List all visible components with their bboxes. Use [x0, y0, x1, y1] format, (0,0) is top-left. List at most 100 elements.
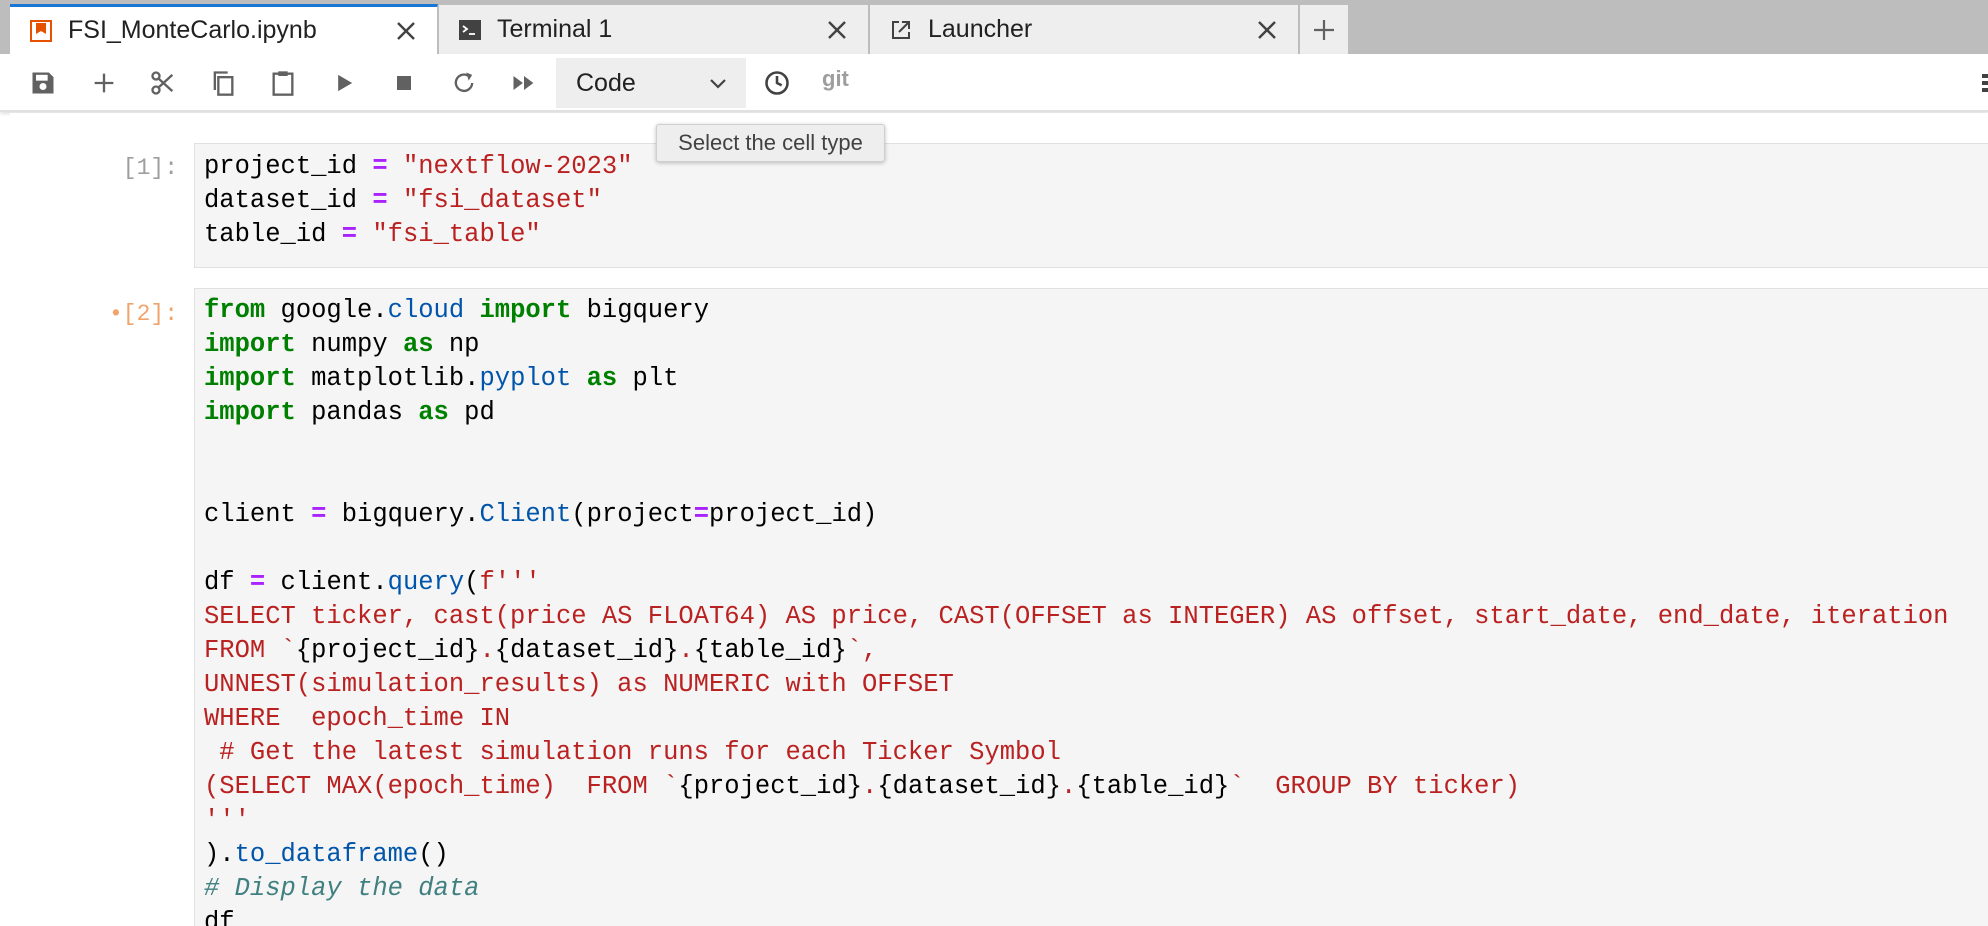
terminal-icon: [459, 19, 481, 40]
code-line: UNNEST(simulation_results) as NUMERIC wi…: [204, 668, 1988, 702]
code-token: bigquery.: [326, 500, 480, 529]
code-token: =: [249, 568, 266, 597]
code-line: table_id = "fsi_table": [204, 218, 1988, 252]
paste-button[interactable]: [266, 66, 300, 100]
code-token: Client: [479, 500, 572, 529]
code-token: (project: [571, 500, 694, 529]
code-token: f''': [479, 568, 541, 597]
save-button[interactable]: [26, 66, 60, 100]
code-line: (SELECT MAX(epoch_time) FROM `{project_i…: [204, 770, 1988, 804]
code-token: import: [204, 364, 296, 393]
code-line: WHERE epoch_time IN: [204, 702, 1988, 736]
run-all-button[interactable]: [507, 66, 541, 100]
copy-button[interactable]: [206, 66, 240, 100]
new-tab-button[interactable]: [1300, 5, 1348, 54]
code-editor[interactable]: from google.cloud import bigquery import …: [195, 289, 1988, 926]
cut-button[interactable]: [146, 66, 180, 100]
unsaved-marker: •: [108, 301, 123, 327]
code-cell-2[interactable]: from google.cloud import bigquery import …: [194, 288, 1988, 926]
code-token: cloud: [387, 296, 465, 325]
code-token: =: [372, 152, 388, 181]
code-line: from google.cloud import bigquery: [204, 294, 1988, 328]
cell-type-dropdown[interactable]: Code: [556, 58, 746, 108]
code-cell-1[interactable]: project_id = "nextflow-2023" dataset_id =…: [194, 143, 1988, 268]
code-token: ''': [204, 806, 250, 835]
prompt-label: [2]:: [122, 301, 178, 327]
tab-bar: FSI_MonteCarlo.ipynb Terminal 1 Launcher: [0, 0, 1988, 54]
code-line: ''': [204, 804, 1988, 838]
code-token: "fsi_table": [372, 220, 541, 249]
code-token: pd: [448, 398, 495, 427]
close-icon[interactable]: [824, 17, 850, 43]
code-token: as: [586, 364, 618, 393]
code-token: {dataset_id}: [877, 772, 1061, 801]
code-line: # Display the data: [204, 872, 1988, 906]
tab-label: Launcher: [928, 15, 1033, 43]
code-token: table_id: [204, 220, 342, 249]
code-token: as: [402, 330, 434, 359]
code-token: .: [479, 636, 495, 665]
code-token: import: [204, 330, 296, 359]
save-icon: [32, 72, 54, 94]
more-icon[interactable]: [1980, 72, 1988, 94]
code-token: =: [372, 186, 388, 215]
input-prompt: [1]:: [122, 155, 178, 181]
code-token: "fsi_dataset": [402, 186, 602, 215]
code-line: client = bigquery.Client(project=project…: [204, 498, 1988, 532]
close-icon[interactable]: [1254, 17, 1280, 43]
notebook-icon: [30, 19, 52, 42]
stop-icon: [397, 76, 411, 90]
code-token: from: [204, 296, 266, 325]
close-icon[interactable]: [393, 18, 419, 44]
plus-icon: [1314, 19, 1334, 40]
chevron-down-icon: [710, 79, 726, 89]
code-token: (: [464, 568, 480, 597]
launcher-icon: [892, 20, 910, 39]
add-cell-button[interactable]: [87, 66, 121, 100]
code-token: =: [693, 500, 710, 529]
code-token: client: [204, 500, 312, 529]
cell-type-value: Code: [576, 68, 636, 97]
code-token: np: [433, 330, 480, 359]
code-token: {table_id}: [693, 636, 847, 665]
restart-button[interactable]: [447, 66, 481, 100]
code-token: pyplot: [479, 364, 572, 393]
code-editor[interactable]: project_id = "nextflow-2023" dataset_id =…: [195, 144, 1988, 252]
code-token: ).: [204, 840, 235, 869]
code-token: matplotlib.: [295, 364, 480, 393]
code-token: project_id): [709, 500, 878, 529]
stop-button[interactable]: [387, 66, 421, 100]
fast-forward-icon: [513, 76, 534, 90]
history-button[interactable]: [760, 66, 794, 100]
code-token: "nextflow-2023": [402, 152, 633, 181]
clock-icon: [765, 71, 789, 95]
copy-icon: [213, 71, 234, 96]
git-button[interactable]: git: [822, 66, 849, 92]
code-token: SELECT ticker, cast(price AS FLOAT64) AS…: [204, 602, 1949, 631]
code-line: FROM `{project_id}.{dataset_id}.{table_i…: [204, 634, 1988, 668]
code-token: .: [678, 636, 694, 665]
tab-terminal[interactable]: Terminal 1: [439, 5, 869, 54]
code-token: {project_id}: [678, 772, 863, 801]
run-icon: [338, 74, 353, 92]
tab-label: Terminal 1: [497, 15, 613, 43]
run-button[interactable]: [327, 66, 361, 100]
notebook-panel: [1]: project_id = "nextflow-2023" dataset…: [10, 113, 1988, 926]
tab-notebook[interactable]: FSI_MonteCarlo.ipynb: [10, 4, 438, 54]
code-line: import numpy as np: [204, 328, 1988, 362]
code-token: .: [1060, 772, 1077, 801]
code-line: # Get the latest simulation runs for eac…: [204, 736, 1988, 770]
code-line: df = client.query(f''': [204, 566, 1988, 600]
tab-launcher[interactable]: Launcher: [870, 5, 1299, 54]
code-token: dataset_id: [204, 186, 373, 215]
code-token: google.: [265, 296, 388, 325]
code-token: FROM `: [204, 636, 296, 665]
code-token: # Get the latest simulation runs for eac…: [204, 738, 1061, 767]
code-token: numpy: [295, 330, 403, 359]
code-token: as: [418, 398, 449, 427]
code-token: to_dataframe: [234, 840, 419, 869]
